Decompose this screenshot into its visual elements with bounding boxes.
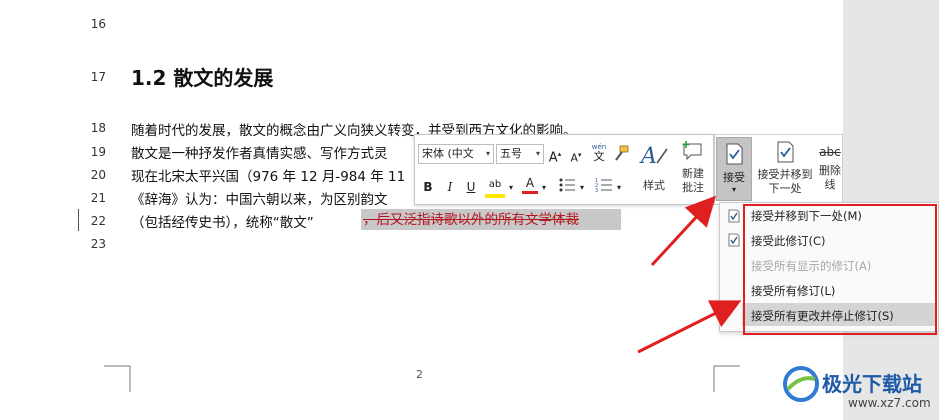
watermark-text: 极光下载站 [822, 372, 922, 396]
arrow-to-menu-icon [637, 300, 742, 354]
watermark-logo-icon [783, 366, 819, 402]
watermark-url: www.xz7.com [848, 396, 931, 410]
arrow-to-accept-icon [650, 195, 717, 267]
annotation-arrows [637, 195, 742, 354]
